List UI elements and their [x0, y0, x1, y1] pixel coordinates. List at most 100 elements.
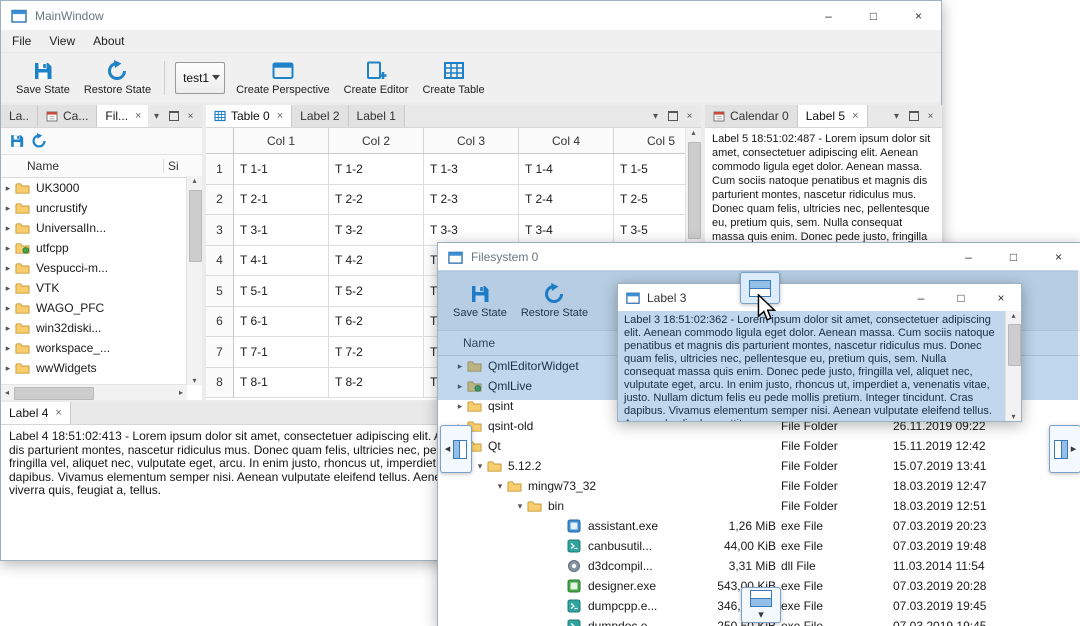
table-cell[interactable]: T 3-5 — [614, 215, 686, 246]
column-header[interactable]: Col 3 — [424, 128, 519, 154]
fs-tree-item[interactable]: assistant.exe 1,26 MiB exe File 07.03.2019 … — [438, 516, 1080, 536]
tab-label-4[interactable]: Label 4 × — [1, 402, 71, 424]
row-header[interactable]: 6 — [206, 306, 234, 337]
fs-tree-item[interactable]: ▾QtFile Folder15.11.2019 12:42 — [438, 436, 1080, 456]
dock-indicator-bottom[interactable]: ▾ — [741, 587, 781, 623]
scrollbar-thumb[interactable] — [189, 190, 202, 262]
tabs-menu-icon[interactable]: ▾ — [647, 107, 664, 125]
table-cell[interactable]: T 5-1 — [234, 276, 329, 307]
tab-label-2[interactable]: Label 2 — [292, 105, 349, 127]
label3-titlebar[interactable]: Label 3 – □ × — [618, 284, 1021, 311]
table-cell[interactable]: T 3-1 — [234, 215, 329, 246]
column-header[interactable]: Col 2 — [329, 128, 424, 154]
expand-arrow-icon[interactable]: ▸ — [1, 263, 15, 274]
tree-item[interactable]: ▸ utfcpp — [1, 238, 202, 258]
table-cell[interactable]: T 4-1 — [234, 245, 329, 276]
menu-about[interactable]: About — [84, 30, 133, 52]
minimize-button[interactable]: – — [806, 1, 851, 30]
scrollbar-thumb[interactable] — [14, 387, 94, 400]
close-icon[interactable]: × — [182, 107, 199, 125]
expand-arrow-icon[interactable]: ▸ — [1, 203, 15, 214]
fs-tree-item[interactable]: canbusutil... 44,00 KiB exe File 07.03.2019… — [438, 536, 1080, 556]
expand-arrow-icon[interactable]: ▸ — [1, 303, 15, 314]
perspective-combo[interactable]: test1 — [175, 61, 226, 94]
table-cell[interactable]: T 2-4 — [519, 184, 614, 215]
collapse-arrow-icon[interactable]: ▾ — [473, 461, 487, 472]
expand-arrow-icon[interactable]: ▸ — [453, 401, 467, 412]
close-button[interactable]: × — [1036, 243, 1080, 271]
menu-file[interactable]: File — [3, 30, 40, 52]
scrollbar-thumb[interactable] — [1008, 324, 1021, 366]
create-editor-button[interactable]: Create Editor — [337, 58, 416, 98]
table-cell[interactable]: T 2-1 — [234, 184, 329, 215]
table-cell[interactable]: T 6-1 — [234, 306, 329, 337]
column-header[interactable]: Col 4 — [519, 128, 614, 154]
table-cell[interactable]: T 3-4 — [519, 215, 614, 246]
tree-item[interactable]: ▸ VTK — [1, 278, 202, 298]
tree-item[interactable]: ▸ workspace_... — [1, 338, 202, 358]
expand-arrow-icon[interactable]: ▸ — [1, 223, 15, 234]
fs-tree-item[interactable]: d3dcompil... 3,31 MiB dll File 11.03.2014 1… — [438, 556, 1080, 576]
row-header[interactable]: 8 — [206, 367, 234, 398]
table-cell[interactable]: T 3-3 — [424, 215, 519, 246]
column-header[interactable]: Col 5 — [614, 128, 686, 154]
create-table-button[interactable]: Create Table — [415, 58, 491, 98]
table-cell[interactable]: T 2-3 — [424, 184, 519, 215]
tree-item[interactable]: ▸ wwWidgets — [1, 358, 202, 378]
main-titlebar[interactable]: MainWindow – □ × — [1, 1, 941, 30]
table-cell[interactable]: T 7-2 — [329, 337, 424, 368]
scroll-up-icon[interactable]: ▴ — [1006, 311, 1021, 320]
tree-item[interactable]: ▸ win32diski... — [1, 318, 202, 338]
table-cell[interactable]: T 7-1 — [234, 337, 329, 368]
scroll-left-icon[interactable]: ◂ — [1, 388, 13, 397]
column-header[interactable]: Col 1 — [234, 128, 329, 154]
maximize-button[interactable]: □ — [941, 284, 981, 311]
tab-label-5[interactable]: Label 5 × — [797, 105, 868, 127]
table-cell[interactable]: T 1-4 — [519, 154, 614, 185]
tab-close-icon[interactable]: × — [277, 110, 283, 122]
fs-tree-item[interactable]: ▾ mingw73_32 File Folder 18.03.2019 12:47 — [438, 476, 1080, 496]
expand-arrow-icon[interactable]: ▸ — [1, 323, 15, 334]
maximize-button[interactable]: □ — [991, 243, 1036, 271]
tabs-menu-icon[interactable]: ▾ — [148, 107, 165, 125]
close-icon[interactable]: × — [922, 107, 939, 125]
tab-la[interactable]: La.. — [1, 105, 39, 127]
row-header[interactable]: 3 — [206, 215, 234, 246]
horizontal-scrollbar[interactable]: ◂ ▸ — [1, 384, 187, 400]
table-cell[interactable]: T 8-2 — [329, 367, 424, 398]
tree-item[interactable]: ▸ WAGO_PFC — [1, 298, 202, 318]
expand-arrow-icon[interactable]: ▸ — [1, 363, 15, 374]
table-cell[interactable]: T 1-3 — [424, 154, 519, 185]
save-icon[interactable] — [6, 130, 28, 152]
vertical-scrollbar[interactable]: ▴ ▾ — [186, 176, 202, 385]
table-cell[interactable]: T 4-2 — [329, 245, 424, 276]
restore-icon[interactable] — [28, 130, 50, 152]
row-header[interactable]: 1 — [206, 154, 234, 185]
tab-label-1[interactable]: Label 1 — [348, 105, 405, 127]
expand-arrow-icon[interactable]: ▸ — [1, 183, 15, 194]
tree-item[interactable]: ▸ uncrustify — [1, 198, 202, 218]
row-header[interactable]: 2 — [206, 184, 234, 215]
collapse-arrow-icon[interactable]: ▾ — [513, 501, 527, 512]
filesystem-titlebar[interactable]: Filesystem 0 – □ × — [438, 243, 1080, 272]
dock-indicator-left[interactable]: ◂ — [440, 425, 472, 473]
fs-tree-item[interactable]: ▾ bin File Folder 18.03.2019 12:51 — [438, 496, 1080, 516]
row-header[interactable]: 4 — [206, 245, 234, 276]
expand-arrow-icon[interactable]: ▸ — [1, 283, 15, 294]
close-button[interactable]: × — [896, 1, 941, 30]
column-header-name[interactable]: Name — [1, 159, 164, 173]
row-header[interactable]: 7 — [206, 337, 234, 368]
create-perspective-button[interactable]: Create Perspective — [229, 58, 337, 98]
tree-item[interactable]: ▸ UniversalIn... — [1, 218, 202, 238]
tree-item[interactable]: ▸ Vespucci-m... — [1, 258, 202, 278]
table-cell[interactable]: T 2-5 — [614, 184, 686, 215]
expand-arrow-icon[interactable]: ▸ — [1, 243, 15, 254]
tab-fil[interactable]: Fil... × — [97, 105, 148, 127]
tab-ca[interactable]: Ca... — [38, 105, 98, 127]
scroll-up-icon[interactable]: ▴ — [686, 128, 701, 137]
scroll-down-icon[interactable]: ▾ — [1006, 412, 1021, 421]
tab-close-icon[interactable]: × — [852, 110, 858, 122]
close-button[interactable]: × — [981, 284, 1021, 311]
scroll-right-icon[interactable]: ▸ — [175, 388, 187, 397]
tabs-menu-icon[interactable]: ▾ — [888, 107, 905, 125]
